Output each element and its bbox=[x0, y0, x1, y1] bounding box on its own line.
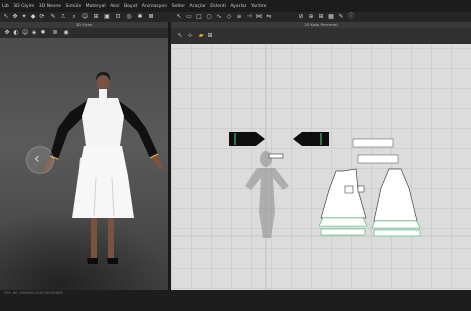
move-tool-icon[interactable]: ✥ bbox=[12, 14, 18, 20]
right-sleeve bbox=[118, 100, 158, 158]
menu-item[interactable]: Lib bbox=[2, 4, 9, 9]
chevron-left-icon: ‹ bbox=[34, 151, 40, 167]
left-leg bbox=[91, 218, 97, 258]
arrange-tool-2-icon[interactable]: ⊞ bbox=[318, 14, 324, 20]
pattern-select-icon[interactable]: ↖ bbox=[176, 14, 182, 20]
sleeve-pattern-left bbox=[229, 132, 265, 146]
left-shoe bbox=[87, 258, 98, 264]
dress-bodice bbox=[82, 98, 124, 146]
main-toolbar: ↖ ✥ ✦ ◆ ⟳ ✎ ⎍ ⌕ ☺ ⊞ ▣ ⊡ ◎ ✱ ⊠ ↖ ▭ □ ○ ∿ … bbox=[0, 12, 471, 22]
menu-item[interactable]: Setler bbox=[172, 4, 186, 9]
menu-item[interactable]: Animasyon bbox=[142, 4, 167, 9]
sew-tool-icon[interactable]: ≡ bbox=[236, 14, 242, 20]
tab-pattern bbox=[357, 185, 365, 193]
brush-tool-icon[interactable]: ✎ bbox=[50, 14, 56, 20]
fold-tool-icon[interactable]: ◆ bbox=[30, 14, 36, 20]
avatar-silhouette bbox=[245, 151, 289, 238]
menu-bar: Lib 3D Giyim 3D Nesne Simüle Materyal Ak… bbox=[0, 0, 471, 12]
polygon-tool-icon[interactable]: ▭ bbox=[186, 14, 192, 20]
trace-tool-icon[interactable]: ⋈ bbox=[256, 14, 262, 20]
light-tool-icon[interactable]: ✱ bbox=[137, 14, 143, 20]
pattern-canvas[interactable] bbox=[171, 28, 471, 290]
menu-item[interactable]: 3D Giyim bbox=[13, 4, 34, 9]
menu-item[interactable]: Materyal bbox=[86, 4, 106, 9]
status-text: FPS: 60 | MARVELOUS DESIGNER bbox=[4, 291, 63, 295]
lock-tool-icon[interactable]: ⊠ bbox=[148, 14, 154, 20]
zoom-tool-icon[interactable]: ⌕ bbox=[71, 14, 77, 20]
camera-tool-icon[interactable]: ◎ bbox=[126, 14, 132, 20]
menu-item[interactable]: Araçlar bbox=[190, 4, 206, 9]
fold-line-icon[interactable]: ⊣ bbox=[246, 14, 252, 20]
tape-tool-icon[interactable]: ⎍ bbox=[60, 14, 66, 20]
menu-item[interactable]: Eklenti bbox=[210, 4, 226, 9]
stitch-tool-icon[interactable]: ⊘ bbox=[298, 14, 304, 20]
sim-tool-icon[interactable]: ⟳ bbox=[39, 14, 45, 20]
right-hand bbox=[152, 156, 164, 170]
collar-pattern bbox=[268, 153, 284, 159]
right-leg bbox=[108, 218, 114, 258]
circle-tool-icon[interactable]: ○ bbox=[206, 14, 212, 20]
sleeve-pattern-right bbox=[293, 132, 329, 146]
ruffle-pattern-back bbox=[371, 220, 421, 229]
dart-tool-icon[interactable]: ◇ bbox=[226, 14, 232, 20]
grade-tool-icon[interactable]: ⊕ bbox=[308, 14, 314, 20]
hem-pattern-front bbox=[320, 228, 366, 236]
pocket-pattern bbox=[344, 185, 354, 194]
info-tool-icon[interactable]: ⓘ bbox=[348, 14, 354, 20]
left-sleeve bbox=[50, 100, 88, 159]
band-pattern-top bbox=[352, 138, 394, 148]
back-dress-pattern bbox=[373, 168, 418, 222]
measure-tool-icon[interactable]: ⊞ bbox=[93, 14, 99, 20]
select-tool-icon[interactable]: ↖ bbox=[3, 14, 9, 20]
menu-item[interactable]: Ayarlar bbox=[230, 4, 246, 9]
menu-item[interactable]: Boyut bbox=[124, 4, 137, 9]
2d-pattern-window[interactable]: ↖ ⊹ ▰ ⊞ bbox=[171, 28, 471, 290]
dress-skirt bbox=[72, 146, 134, 218]
3d-viewport[interactable]: ✥ ◐ ☺ ◈ ✹ ≣ ◉ ‹ bbox=[0, 28, 168, 290]
pin-tool-icon[interactable]: ✦ bbox=[21, 14, 27, 20]
front-dress-pattern bbox=[320, 168, 367, 219]
hem-pattern-back bbox=[373, 229, 421, 237]
menu-item[interactable]: Simüle bbox=[66, 4, 82, 9]
band-pattern-middle bbox=[357, 154, 399, 164]
menu-item[interactable]: Aksi bbox=[110, 4, 119, 9]
dress-collar bbox=[99, 89, 107, 98]
curve-tool-icon[interactable]: ∿ bbox=[216, 14, 222, 20]
menu-item[interactable]: 3D Nesne bbox=[39, 4, 61, 9]
app-window: Lib 3D Giyim 3D Nesne Simüle Materyal Ak… bbox=[0, 0, 471, 311]
menu-item[interactable]: Yardım bbox=[251, 4, 266, 9]
texture-2d-icon[interactable]: ▦ bbox=[328, 14, 334, 20]
avatar-tool-icon[interactable]: ☺ bbox=[82, 14, 88, 20]
rectangle-tool-icon[interactable]: □ bbox=[196, 14, 202, 20]
texture-tool-icon[interactable]: ▣ bbox=[104, 14, 110, 20]
symmetry-tool-icon[interactable]: ⇋ bbox=[266, 14, 272, 20]
ruffle-pattern-front bbox=[318, 217, 368, 227]
arrange-tool-icon[interactable]: ⊡ bbox=[115, 14, 121, 20]
annotation-tool-icon[interactable]: ✎ bbox=[338, 14, 344, 20]
right-shoe bbox=[107, 258, 118, 264]
orbit-handle[interactable]: ‹ bbox=[26, 146, 54, 174]
status-bar: FPS: 60 | MARVELOUS DESIGNER bbox=[0, 290, 471, 311]
